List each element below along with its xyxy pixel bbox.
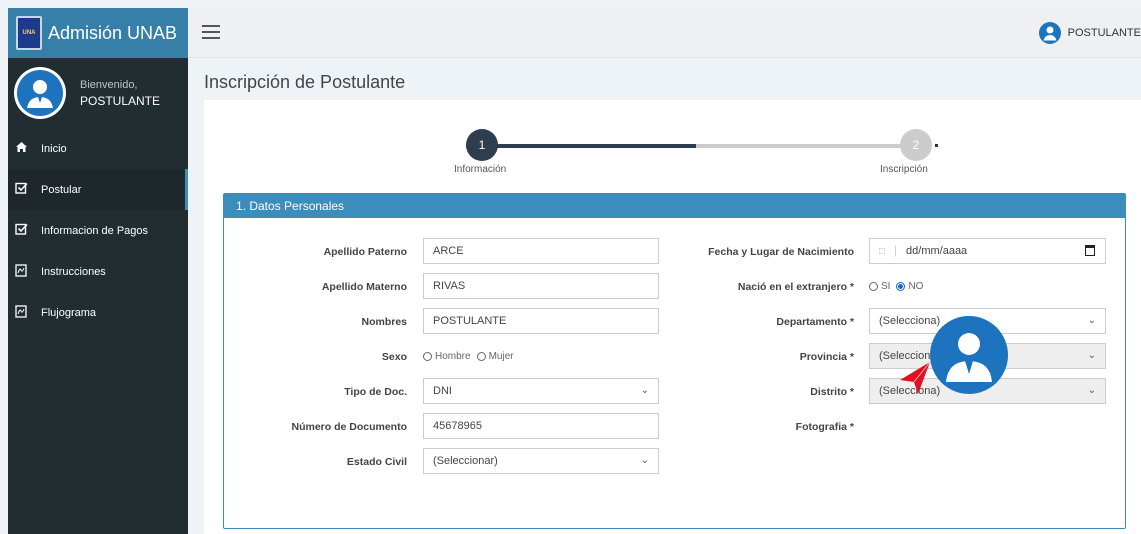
sexo-hombre-label: Hombre bbox=[435, 351, 471, 362]
sidebar-item-label: Inicio bbox=[41, 142, 67, 155]
distrito-label: Distrito * bbox=[810, 386, 854, 398]
nombres-label: Nombres bbox=[361, 316, 407, 328]
extranjero-radio-group: SI NO bbox=[869, 281, 923, 292]
hamburger-menu-icon[interactable] bbox=[202, 25, 220, 39]
app-title: Admisión UNAB bbox=[48, 22, 178, 43]
user-panel: Bienvenido, POSTULANTE bbox=[8, 58, 188, 128]
pointer-arrow-icon bbox=[900, 361, 931, 394]
progress-stepper: 1 2 Información Inscripción bbox=[454, 127, 966, 177]
sidebar: UNA Admisión UNAB Bienvenido, POSTULANTE… bbox=[8, 8, 188, 534]
tipo-doc-select[interactable]: DNI ⌄ bbox=[423, 378, 659, 404]
extranjero-si-label: SI bbox=[881, 281, 891, 292]
sidebar-item-informacion-pagos[interactable]: Informacion de Pagos bbox=[8, 210, 188, 251]
sidebar-item-postular[interactable]: Postular bbox=[8, 169, 188, 210]
apellido-paterno-input[interactable]: ARCE bbox=[423, 238, 659, 264]
estado-civil-select[interactable]: (Seleccionar) ⌄ bbox=[423, 448, 659, 474]
home-icon bbox=[14, 141, 28, 156]
user-menu[interactable]: POSTULANTE bbox=[1038, 22, 1141, 44]
chevron-down-icon: ⌄ bbox=[1087, 385, 1096, 396]
sidebar-item-label: Postular bbox=[41, 183, 82, 196]
user-avatar-icon bbox=[27, 80, 53, 108]
provincia-label: Provincia * bbox=[799, 351, 854, 363]
tipo-doc-value: DNI bbox=[433, 385, 452, 397]
top-header: POSTULANTE bbox=[188, 8, 1141, 58]
sexo-radio-group: Hombre Mujer bbox=[423, 351, 514, 362]
checkbox-icon bbox=[14, 182, 28, 197]
estado-civil-value: (Seleccionar) bbox=[433, 455, 498, 467]
sidebar-item-instrucciones[interactable]: Instrucciones bbox=[8, 251, 188, 292]
sexo-mujer-radio[interactable] bbox=[476, 352, 486, 361]
page-title: Inscripción de Postulante bbox=[204, 72, 406, 92]
fotografia-label: Fotografia * bbox=[795, 421, 854, 433]
sidebar-item-flujograma[interactable]: Flujograma bbox=[8, 292, 188, 333]
sexo-mujer-label: Mujer bbox=[488, 351, 514, 362]
calendar-small-icon: □ bbox=[879, 246, 886, 257]
panel-title: 1. Datos Personales bbox=[224, 194, 1125, 218]
sexo-hombre-radio[interactable] bbox=[423, 352, 432, 361]
fecha-nacimiento-input[interactable]: □ | dd/mm/aaaa bbox=[869, 238, 1106, 264]
fecha-placeholder: dd/mm/aaaa bbox=[906, 245, 968, 257]
numero-documento-label: Número de Documento bbox=[291, 421, 407, 433]
header-username: POSTULANTE bbox=[1067, 27, 1141, 39]
stepper-end-dot bbox=[935, 144, 938, 147]
document-icon bbox=[14, 304, 28, 321]
nombres-input[interactable]: POSTULANTE bbox=[423, 308, 659, 334]
unab-logo: UNA bbox=[16, 16, 42, 50]
brand-bar[interactable]: UNA Admisión UNAB bbox=[8, 8, 188, 58]
step-2-circle[interactable]: 2 bbox=[900, 129, 932, 161]
sidebar-item-label: Informacion de Pagos bbox=[41, 224, 149, 237]
sidebar-item-label: Flujograma bbox=[41, 306, 97, 319]
step-1-circle[interactable]: 1 bbox=[466, 129, 498, 161]
document-icon bbox=[14, 263, 28, 280]
apellido-paterno-label: Apellido Paterno bbox=[323, 246, 407, 258]
sidebar-item-inicio[interactable]: Inicio bbox=[8, 128, 188, 169]
step-1-label: Información bbox=[454, 164, 507, 175]
user-avatar bbox=[14, 67, 66, 119]
chevron-down-icon: ⌄ bbox=[640, 455, 649, 466]
extranjero-no-radio[interactable] bbox=[896, 282, 906, 291]
extranjero-si-radio[interactable] bbox=[869, 282, 878, 291]
sexo-label: Sexo bbox=[381, 351, 407, 363]
stepper-line-pending bbox=[696, 144, 916, 148]
sidebar-item-label: Instrucciones bbox=[41, 265, 106, 278]
date-separator: | bbox=[894, 245, 897, 257]
extranjero-label: Nació en el extranjero * bbox=[737, 281, 854, 293]
apellido-materno-input[interactable]: RIVAS bbox=[423, 273, 659, 299]
calendar-picker-icon[interactable] bbox=[1085, 245, 1095, 256]
numero-documento-input[interactable]: 45678965 bbox=[423, 413, 659, 439]
chevron-down-icon: ⌄ bbox=[1087, 315, 1096, 326]
estado-civil-label: Estado Civil bbox=[346, 456, 407, 468]
departamento-value: (Selecciona) bbox=[879, 315, 941, 327]
step-2-label: Inscripción bbox=[880, 164, 928, 175]
tipo-doc-label: Tipo de Doc. bbox=[344, 386, 407, 398]
user-photo-icon bbox=[946, 333, 992, 382]
checkbox-icon bbox=[14, 223, 28, 238]
stepper-line-complete bbox=[466, 144, 696, 148]
departamento-label: Departamento * bbox=[776, 316, 854, 328]
apellido-materno-label: Apellido Materno bbox=[321, 281, 407, 293]
chevron-down-icon: ⌄ bbox=[1087, 350, 1096, 361]
chevron-down-icon: ⌄ bbox=[640, 385, 649, 396]
user-avatar-icon bbox=[1038, 22, 1061, 44]
sidebar-username: POSTULANTE bbox=[80, 94, 161, 108]
extranjero-no-label: NO bbox=[908, 281, 924, 292]
form-box: 1 2 Información Inscripción 1. Datos Per… bbox=[204, 100, 1141, 534]
fecha-nacimiento-label: Fecha y Lugar de Nacimiento bbox=[708, 246, 854, 258]
photo-upload-avatar[interactable] bbox=[930, 316, 1008, 394]
welcome-text: Bienvenido, bbox=[80, 79, 138, 91]
